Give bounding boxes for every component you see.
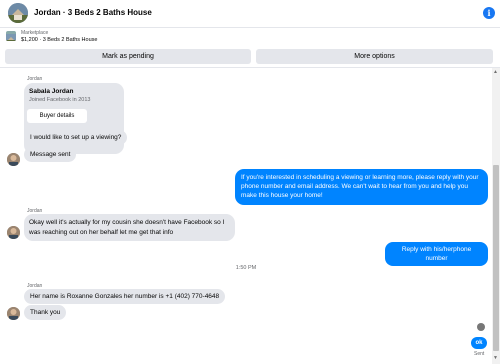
listing-summary: $1,200 · 3 Beds 2 Baths House [21, 37, 98, 43]
listing-avatar[interactable] [8, 3, 28, 23]
message-bubble: Thank you [24, 305, 67, 320]
conversation-header: Jordan · 3 Beds 2 Baths House i [0, 0, 500, 28]
mark-as-pending-button[interactable]: Mark as pending [5, 49, 251, 64]
marketplace-label: Marketplace [21, 30, 49, 36]
message-timestamp: 1:50 PM [235, 265, 257, 271]
scrollbar-thumb[interactable] [493, 165, 499, 351]
info-icon[interactable]: i [483, 7, 495, 19]
message-bubble-outgoing: If you're interested in scheduling a vie… [235, 169, 488, 205]
avatar[interactable] [7, 226, 20, 239]
sent-status: Sent [474, 351, 485, 357]
seen-avatar-icon [477, 323, 485, 331]
message-bubble: Message sent [24, 147, 77, 162]
sender-name: Jordan [27, 76, 43, 82]
marketplace-banner[interactable]: Marketplace $1,200 · 3 Beds 2 Baths Hous… [0, 28, 500, 48]
avatar[interactable] [7, 307, 20, 320]
divider [0, 67, 500, 68]
scroll-down-arrow-icon[interactable]: ▼ [493, 355, 498, 361]
message-bubble: Her name is Roxanne Gonzales her number … [24, 289, 226, 304]
conversation-title[interactable]: Jordan · 3 Beds 2 Baths House [34, 8, 152, 17]
message-bubble: I would like to set up a viewing? [24, 130, 128, 145]
scroll-up-arrow-icon[interactable]: ▲ [493, 69, 498, 75]
more-options-button[interactable]: More options [256, 49, 493, 64]
message-bubble: Okay well it's actually for my cousin sh… [24, 214, 235, 241]
buyer-name: Sabala Jordan [29, 88, 74, 95]
buyer-details-button[interactable]: Buyer details [27, 109, 87, 123]
reply-bubble-ok: ok [471, 337, 487, 349]
avatar[interactable] [7, 153, 20, 166]
listing-thumbnail [6, 31, 16, 41]
message-bubble-outgoing: Reply with his/herphone number [385, 242, 488, 267]
buyer-joined: Joined Facebook in 2013 [29, 97, 91, 103]
